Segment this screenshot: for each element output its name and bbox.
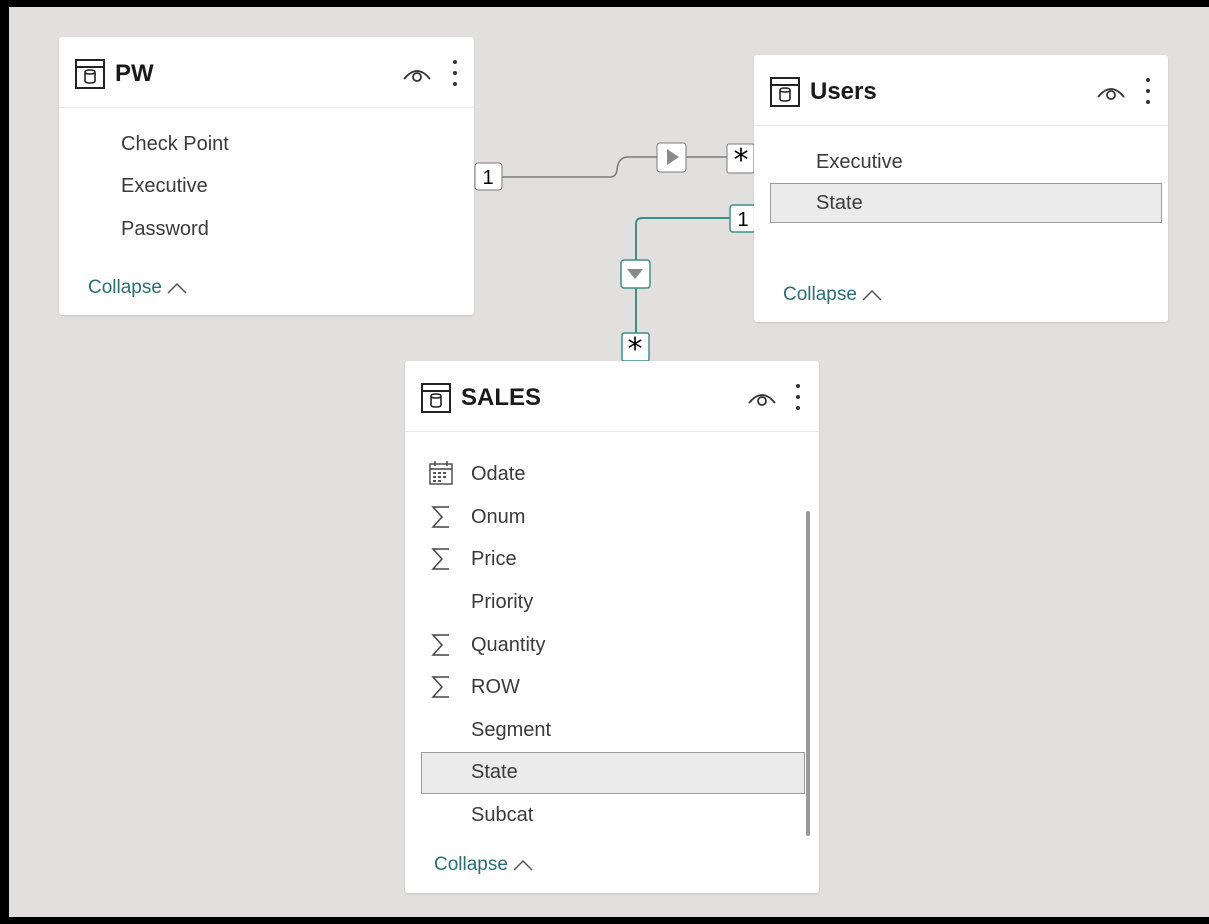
field-row-selected[interactable]: State: [770, 183, 1162, 223]
field-row[interactable]: Subcat: [421, 795, 803, 835]
collapse-label: Collapse: [434, 854, 508, 875]
chevron-up-icon: [167, 282, 187, 294]
field-row[interactable]: Price: [421, 539, 803, 579]
table-card-sales[interactable]: SALES Odate Onum Price Priority Quantity: [405, 361, 819, 893]
scrollbar-thumb[interactable]: [806, 511, 810, 836]
collapse-button[interactable]: Collapse: [783, 284, 883, 306]
field-row[interactable]: Odate: [421, 454, 803, 494]
table-header[interactable]: SALES: [405, 361, 819, 432]
field-label: Subcat: [471, 804, 534, 826]
table-card-pw[interactable]: PW Check Point Executive Password Collap…: [59, 37, 474, 315]
field-row[interactable]: Check Point: [71, 124, 462, 164]
field-label: State: [816, 192, 863, 214]
calendar-icon: [429, 461, 453, 485]
more-options-icon[interactable]: [1143, 76, 1153, 106]
sigma-icon: [431, 634, 449, 656]
field-label: Segment: [471, 719, 552, 741]
more-options-icon[interactable]: [450, 58, 460, 88]
cardinality-one-label: 1: [737, 209, 748, 231]
field-row[interactable]: Segment: [421, 710, 803, 750]
collapse-button[interactable]: Collapse: [434, 854, 534, 876]
field-label: State: [471, 761, 518, 783]
sigma-icon: [431, 676, 449, 698]
collapse-label: Collapse: [783, 284, 857, 305]
field-label: Password: [121, 218, 209, 240]
field-label: Executive: [816, 151, 903, 173]
eye-icon[interactable]: [402, 65, 432, 85]
sigma-icon: [431, 548, 449, 570]
chevron-up-icon: [513, 859, 533, 871]
eye-icon[interactable]: [1096, 83, 1126, 103]
eye-icon[interactable]: [747, 389, 777, 409]
more-options-icon[interactable]: [793, 382, 803, 412]
table-icon: [75, 59, 105, 89]
field-row[interactable]: Onum: [421, 497, 803, 537]
field-label: Price: [471, 548, 517, 570]
relationship-pw-users[interactable]: 1 *: [474, 142, 755, 191]
field-row[interactable]: Executive: [71, 166, 462, 206]
table-header[interactable]: Users: [754, 55, 1168, 126]
sigma-icon: [431, 506, 449, 528]
table-card-users[interactable]: Users Executive State Collapse: [754, 55, 1168, 322]
field-label: Odate: [471, 463, 526, 485]
field-row[interactable]: Password: [71, 209, 462, 249]
collapse-label: Collapse: [88, 277, 162, 298]
field-row-selected[interactable]: State: [421, 752, 805, 794]
field-label: ROW: [471, 676, 520, 698]
field-label: Check Point: [121, 133, 229, 155]
cardinality-one-label: 1: [482, 167, 493, 189]
chevron-up-icon: [862, 289, 882, 301]
table-title: PW: [115, 60, 154, 87]
field-row[interactable]: Executive: [770, 142, 1162, 182]
table-title: Users: [810, 78, 877, 105]
table-icon: [421, 383, 451, 413]
collapse-button[interactable]: Collapse: [88, 277, 188, 299]
table-title: SALES: [461, 384, 542, 411]
field-label: Priority: [471, 591, 534, 613]
field-label: Onum: [471, 506, 526, 528]
cardinality-many-label: *: [734, 143, 749, 178]
field-row[interactable]: ROW: [421, 667, 803, 707]
table-icon: [770, 77, 800, 107]
table-header[interactable]: PW: [59, 37, 474, 108]
field-row[interactable]: Quantity: [421, 625, 803, 665]
field-label: Quantity: [471, 634, 546, 656]
relationship-users-sales[interactable]: 1 *: [620, 204, 757, 367]
field-label: Executive: [121, 175, 208, 197]
field-row[interactable]: Priority: [421, 582, 803, 622]
